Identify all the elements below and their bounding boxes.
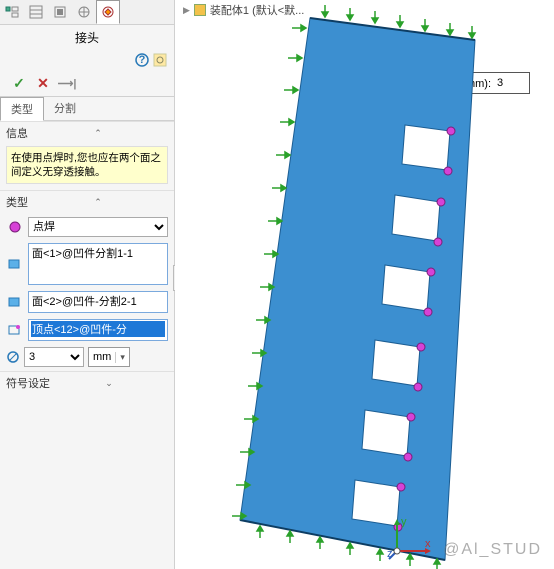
pin-button[interactable]: ⟶| — [58, 74, 76, 92]
subtab-type[interactable]: 类型 — [0, 97, 44, 121]
subtab-split[interactable]: 分割 — [44, 97, 86, 120]
type-section-header[interactable]: 类型 ⌃ — [0, 190, 174, 213]
tab-property-mgr[interactable] — [24, 0, 48, 24]
info-section-label: 信息 — [6, 125, 28, 141]
tab-dimxpert[interactable] — [72, 0, 96, 24]
tab-feature-tree[interactable] — [0, 0, 24, 24]
chevron-down-icon: ▾ — [115, 352, 129, 363]
symbol-section-label: 符号设定 — [6, 375, 50, 391]
diameter-value-select[interactable]: 3 — [24, 347, 84, 367]
info-section-header[interactable]: 信息 ⌃ — [0, 121, 174, 144]
diameter-unit-select[interactable]: mm ▾ — [88, 347, 130, 367]
property-panel: 接头 ? ✓ ✕ ⟶| 类型 分割 信息 ⌃ 在使用点焊时,您也应在两个面之间定… — [0, 0, 175, 569]
axis-x-label: x — [425, 538, 431, 550]
graphics-viewport[interactable]: ▶ 装配体1 (默认<默... 点焊直径 (mm): — [175, 0, 554, 569]
symbol-section-header[interactable]: 符号设定 ⌄ — [0, 371, 174, 394]
subtab-row: 类型 分割 — [0, 97, 174, 121]
face-set1-icon — [6, 255, 24, 273]
diameter-icon — [6, 350, 20, 364]
help-icon[interactable]: ? — [134, 52, 150, 68]
list-item[interactable]: 面<2>@凹件-分割2-1 — [31, 293, 165, 309]
list-item[interactable]: 面<1>@凹件分割1-1 — [31, 245, 165, 261]
feature-manager-tabs — [0, 0, 174, 25]
expand-icon: ⌄ — [105, 378, 113, 389]
collapse-icon: ⌃ — [94, 128, 102, 139]
tab-simulation[interactable] — [96, 0, 120, 24]
vertex-listbox[interactable]: 顶点<12>@凹件-分 — [28, 319, 168, 341]
spot-weld-icon — [6, 218, 24, 236]
vertex-icon — [6, 321, 24, 339]
options-icon[interactable] — [152, 52, 168, 68]
confirm-row: ✓ ✕ ⟶| — [0, 70, 174, 97]
face-set2-icon — [6, 293, 24, 311]
svg-text:?: ? — [139, 54, 146, 66]
tab-config-mgr[interactable] — [48, 0, 72, 24]
unit-label: mm — [89, 351, 115, 363]
cancel-button[interactable]: ✕ — [34, 74, 52, 92]
list-item[interactable]: 顶点<12>@凹件-分 — [31, 321, 165, 337]
face-set1-listbox[interactable]: 面<1>@凹件分割1-1 — [28, 243, 168, 285]
axis-y-label: y — [401, 516, 407, 528]
connector-type-select[interactable]: 点焊 — [28, 217, 168, 237]
panel-title: 接头 — [0, 25, 174, 50]
coordinate-triad[interactable]: y x z — [387, 513, 435, 561]
type-section-label: 类型 — [6, 194, 28, 210]
collapse-icon: ⌃ — [94, 197, 102, 208]
info-text: 在使用点焊时,您也应在两个面之间定义无穿透接触。 — [6, 146, 168, 184]
face-set2-listbox[interactable]: 面<2>@凹件-分割2-1 — [28, 291, 168, 313]
axis-z-label: z — [387, 548, 393, 560]
ok-button[interactable]: ✓ — [10, 74, 28, 92]
type-section-body: 点焊 面<1>@凹件分割1-1 面<2>@凹件-分割2-1 顶点<12>@凹件-… — [0, 213, 174, 371]
model-3d — [175, 0, 554, 569]
